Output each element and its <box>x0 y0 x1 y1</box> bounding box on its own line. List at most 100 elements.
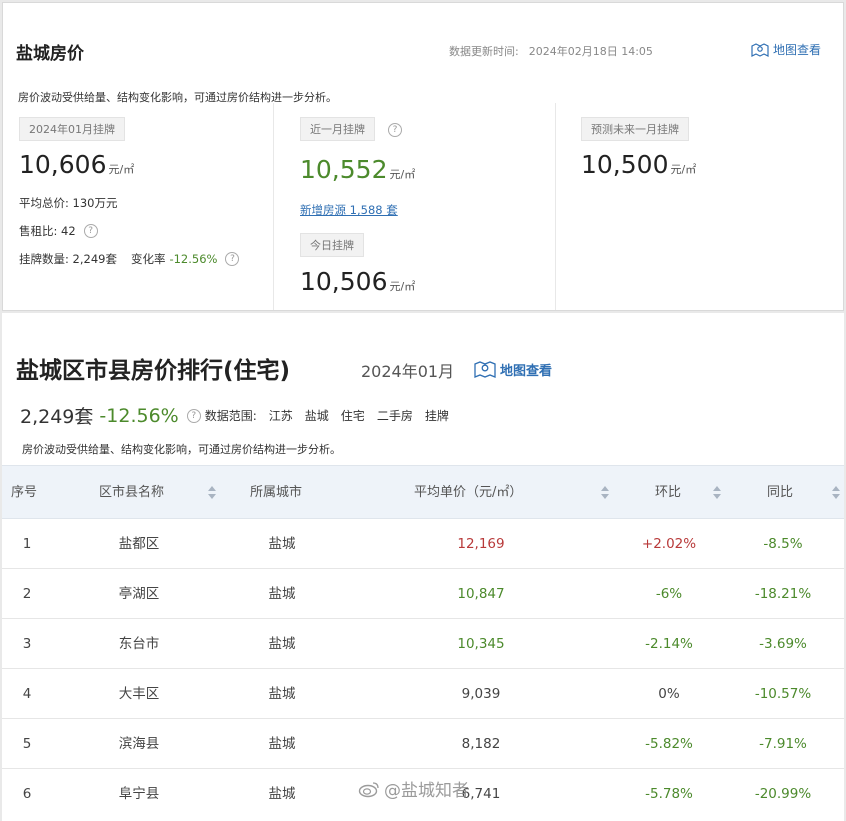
cell-rank: 1 <box>22 536 32 552</box>
cell-yoy: -20.99% <box>754 786 812 802</box>
cell-mom: -2.14% <box>645 636 693 652</box>
cell-average-price: 10,847 <box>457 586 505 602</box>
column-city: 所属城市 <box>250 485 303 500</box>
table-row[interactable]: 1 盐都区 盐城 12,169 +2.02% -8.5% <box>2 519 844 569</box>
listing-count-row: 挂牌数量: 2,249套 变化率 -12.56% ? <box>19 251 240 267</box>
scope-market: 二手房 <box>376 409 413 423</box>
cell-rank: 3 <box>22 636 32 652</box>
table-row[interactable]: 5 滨海县 盐城 8,182 -5.82% -7.91% <box>2 719 844 769</box>
cell-average-price: 8,182 <box>461 736 501 752</box>
ranking-description: 房价波动受供给量、结构变化影响，可通过房价结构进一步分析。 <box>22 443 341 456</box>
column-divider <box>555 103 556 310</box>
help-icon[interactable]: ? <box>225 252 240 266</box>
table-header: 序号 区市县名称 所属城市 平均单价（元/㎡） 环比 同比 <box>2 465 844 519</box>
ranking-stats: 2,249套 -12.56% ? 数据范围: 江苏 盐城 住宅 二手房 挂牌 <box>20 402 449 429</box>
sale-rent-value: 42 <box>61 224 76 238</box>
cell-city: 盐城 <box>268 736 296 752</box>
column-year-over-year[interactable]: 同比 <box>767 466 793 520</box>
cell-city: 盐城 <box>268 686 296 702</box>
cell-district-name[interactable]: 东台市 <box>119 619 160 669</box>
column-divider <box>273 103 274 310</box>
cell-yoy: -18.21% <box>754 586 812 602</box>
price-unit: 元/㎡ <box>108 163 135 176</box>
scope-city: 盐城 <box>304 409 329 423</box>
forecast-price: 10,500 元/㎡ <box>581 150 696 179</box>
average-total-price: 平均总价: 130万元 <box>19 195 117 211</box>
scope-province: 江苏 <box>268 409 293 423</box>
map-pin-icon <box>751 42 769 57</box>
recent-month-price: 10,552 元/㎡ <box>300 155 415 184</box>
monthly-listing-price: 10,606 元/㎡ <box>19 150 134 179</box>
change-rate: -12.56% <box>99 404 179 427</box>
cell-district-name[interactable]: 阜宁县 <box>119 769 160 819</box>
cell-city: 盐城 <box>268 586 296 602</box>
map-pin-icon <box>474 361 496 378</box>
recent-month-price-value: 10,552 <box>300 155 388 184</box>
cell-city: 盐城 <box>268 536 296 552</box>
listing-count: 2,249套 <box>20 406 94 428</box>
weibo-icon <box>358 781 379 797</box>
summary-description: 房价波动受供给量、结构变化影响，可通过房价结构进一步分析。 <box>18 91 337 104</box>
map-view-link[interactable]: 地图查看 <box>751 41 821 58</box>
column-month-over-month[interactable]: 环比 <box>655 466 681 520</box>
sort-icon[interactable] <box>208 486 216 500</box>
table-row[interactable]: 3 东台市 盐城 10,345 -2.14% -3.69% <box>2 619 844 669</box>
cell-average-price: 9,039 <box>461 686 501 702</box>
sort-icon[interactable] <box>601 486 609 500</box>
table-row[interactable]: 2 亭湖区 盐城 10,847 -6% -18.21% <box>2 569 844 619</box>
column-average-price[interactable]: 平均单价（元/㎡） <box>414 466 522 520</box>
cell-mom: 0% <box>658 686 680 702</box>
cell-district-name[interactable]: 盐都区 <box>119 519 160 569</box>
ranking-map-view-link[interactable]: 地图查看 <box>474 359 552 379</box>
help-icon[interactable]: ? <box>388 123 402 137</box>
sort-icon[interactable] <box>832 486 840 500</box>
monthly-listing-tab[interactable]: 2024年01月挂牌 <box>19 117 125 141</box>
sale-rent-label: 售租比: <box>19 224 58 238</box>
average-total-label: 平均总价: <box>19 196 69 210</box>
watermark-text: @盐城知者 <box>384 781 469 801</box>
listing-count-value: 2,249套 <box>72 252 117 266</box>
cell-rank: 6 <box>22 786 32 802</box>
cell-rank: 5 <box>22 736 32 752</box>
forecast-price-value: 10,500 <box>581 150 669 179</box>
today-listing-tab[interactable]: 今日挂牌 <box>300 233 364 257</box>
cell-district-name[interactable]: 滨海县 <box>119 719 160 769</box>
cell-average-price: 12,169 <box>457 536 505 552</box>
price-unit: 元/㎡ <box>389 168 416 181</box>
help-icon[interactable]: ? <box>83 224 98 238</box>
cell-mom: -5.78% <box>645 786 693 802</box>
cell-mom: -5.82% <box>645 736 693 752</box>
listing-count-label: 挂牌数量: <box>19 252 69 266</box>
update-time: 数据更新时间: 2024年02月18日 14:05 <box>449 43 653 59</box>
scope-property-type: 住宅 <box>340 409 365 423</box>
cell-mom: -6% <box>655 586 683 602</box>
recent-month-listing-tab[interactable]: 近一月挂牌 <box>300 117 375 141</box>
cell-yoy: -8.5% <box>763 536 803 552</box>
table-row[interactable]: 4 大丰区 盐城 9,039 0% -10.57% <box>2 669 844 719</box>
cell-district-name[interactable]: 大丰区 <box>119 669 160 719</box>
help-icon[interactable]: ? <box>186 408 201 423</box>
new-listings-link[interactable]: 新增房源 1,588 套 <box>300 202 398 218</box>
change-rate-value: -12.56% <box>169 252 218 266</box>
sale-rent-ratio: 售租比: 42 ? <box>19 223 98 239</box>
cell-city: 盐城 <box>268 786 296 802</box>
today-listing-price: 10,506 元/㎡ <box>300 267 415 296</box>
map-view-label: 地图查看 <box>773 43 822 57</box>
cell-city: 盐城 <box>268 636 296 652</box>
cell-district-name[interactable]: 亭湖区 <box>119 569 160 619</box>
monthly-price-value: 10,606 <box>19 150 107 179</box>
column-district-name[interactable]: 区市县名称 <box>99 466 164 520</box>
price-unit: 元/㎡ <box>670 163 697 176</box>
summary-title: 盐城房价 <box>16 44 84 64</box>
update-time-label: 数据更新时间: <box>449 45 519 58</box>
cell-average-price: 10,345 <box>457 636 505 652</box>
change-rate-label: 变化率 <box>130 252 166 266</box>
today-price-value: 10,506 <box>300 267 388 296</box>
average-total-value: 130万元 <box>72 196 118 210</box>
sort-icon[interactable] <box>713 486 721 500</box>
data-scope-label: 数据范围: <box>204 409 257 423</box>
forecast-listing-tab[interactable]: 预测未来一月挂牌 <box>581 117 689 141</box>
ranking-period: 2024年01月 <box>361 362 455 381</box>
scope-source: 挂牌 <box>424 409 449 423</box>
ranking-title: 盐城区市县房价排行(住宅) <box>16 358 291 384</box>
